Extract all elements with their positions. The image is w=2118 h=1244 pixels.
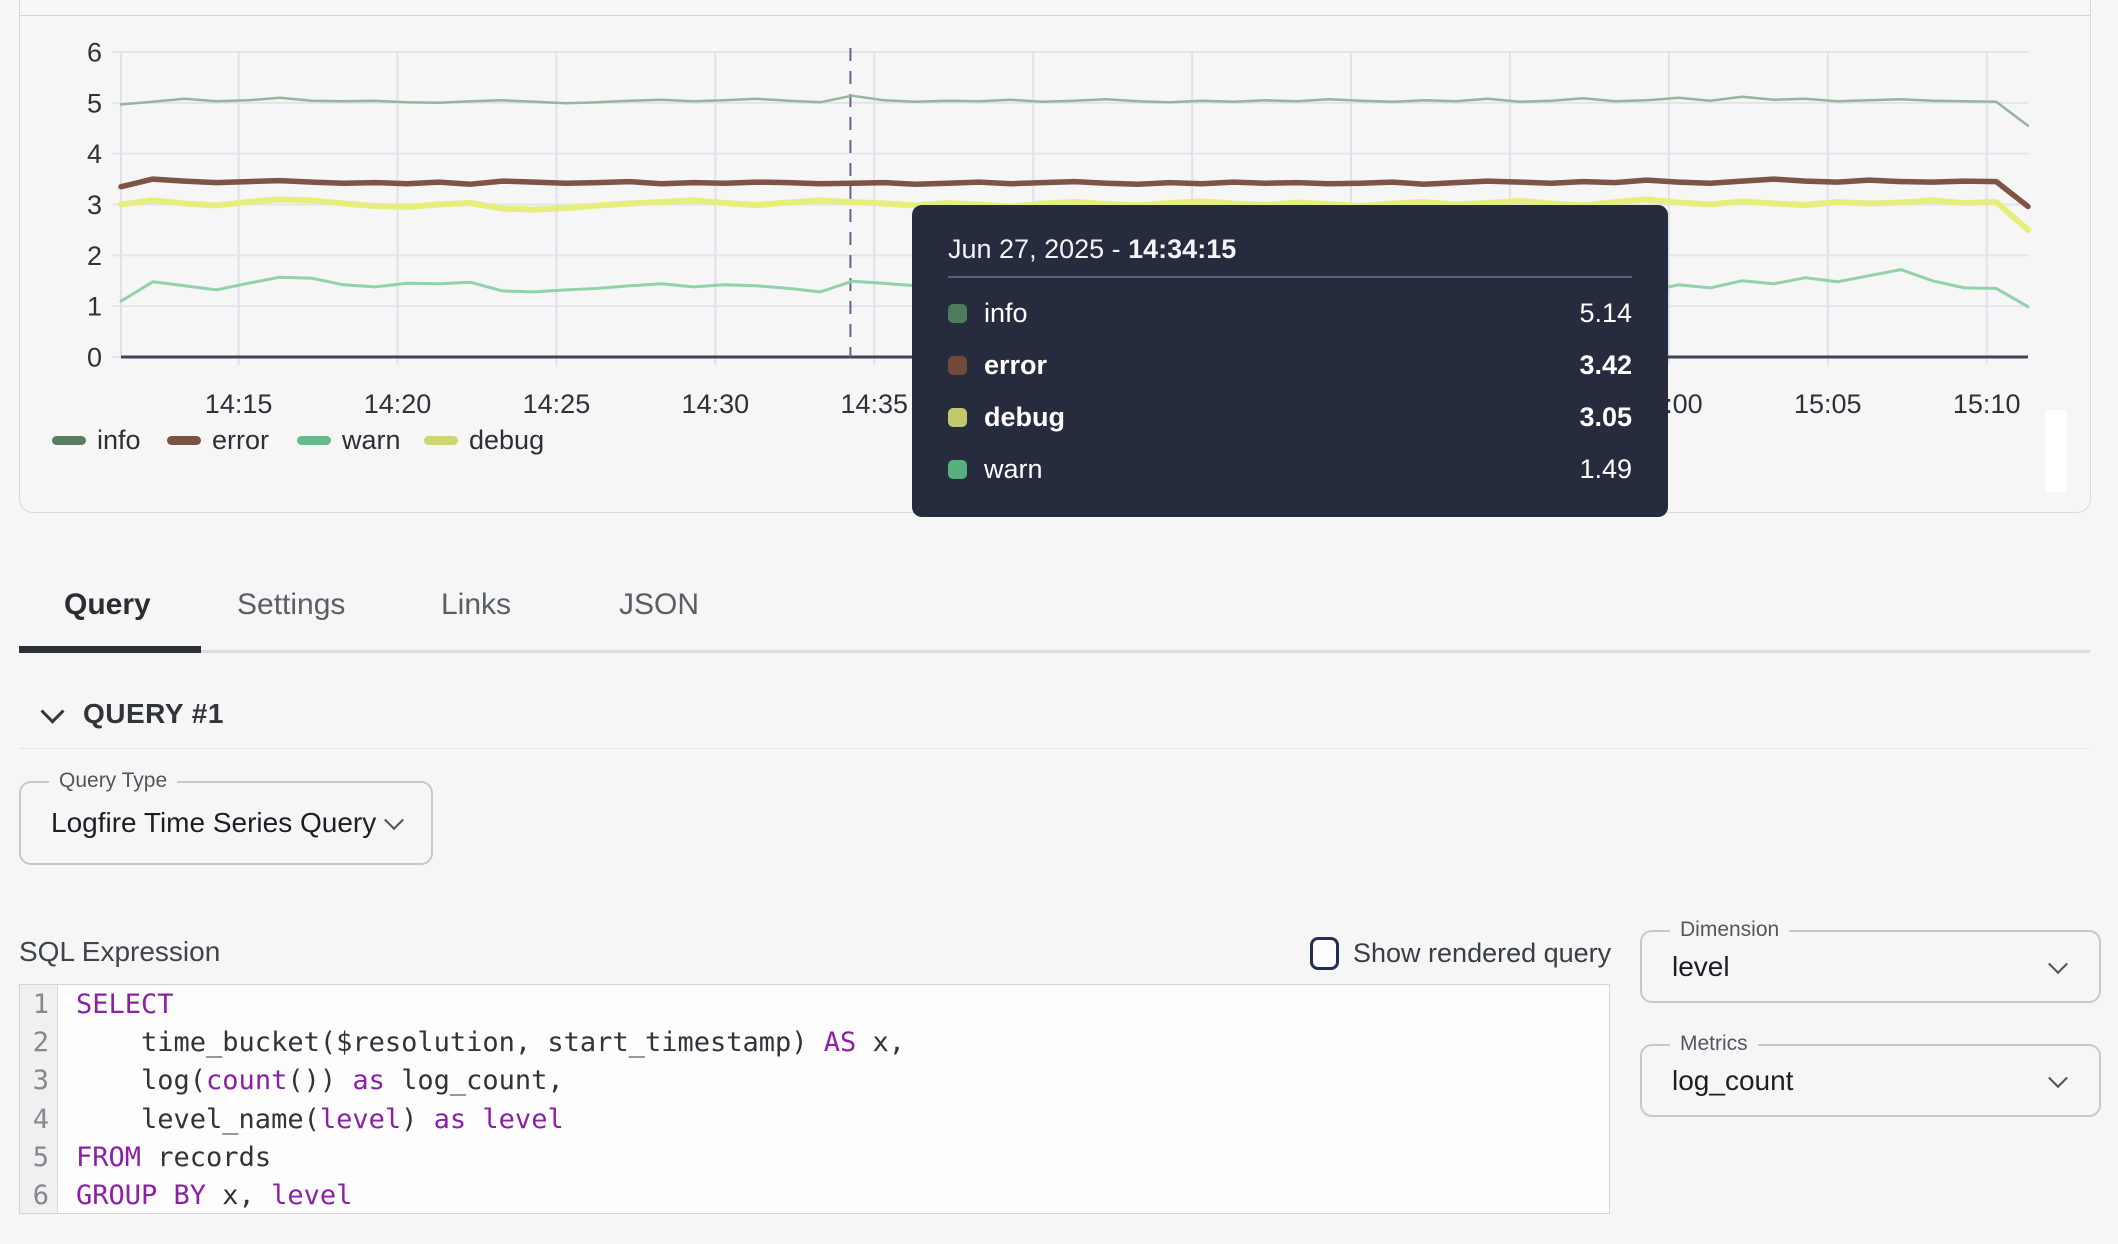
- legend-label: error: [212, 425, 269, 456]
- query-section-header[interactable]: QUERY #1: [44, 697, 224, 731]
- show-rendered-query-control: Show rendered query: [1310, 934, 1611, 972]
- dimension-select[interactable]: Dimension level: [1640, 930, 2101, 1003]
- legend-swatch-info: [52, 436, 86, 445]
- code-line: GROUP BY x, level: [76, 1177, 905, 1214]
- x-axis-label: 15:10: [1953, 389, 2021, 419]
- chart-scrollbar-thumb[interactable]: [2045, 410, 2067, 492]
- tooltip-swatch-debug: [948, 408, 967, 427]
- line-number: 5: [20, 1139, 49, 1177]
- y-axis-label: 0: [87, 343, 102, 373]
- tooltip-timestamp: Jun 27, 2025 - 14:34:15: [948, 231, 1632, 267]
- tooltip-series-label: error: [984, 350, 1047, 381]
- y-axis-label: 1: [87, 292, 102, 322]
- code-line: log(count()) as log_count,: [76, 1062, 905, 1100]
- code-line: SELECT: [76, 986, 905, 1024]
- sql-code: SELECT time_bucket($resolution, start_ti…: [58, 985, 905, 1213]
- tooltip-series-value: 5.14: [1579, 298, 1632, 329]
- line-number-gutter: 123456: [20, 985, 58, 1213]
- x-axis-label: 14:35: [840, 389, 908, 419]
- chevron-down-icon: [40, 699, 64, 723]
- metrics-select[interactable]: Metrics log_count: [1640, 1044, 2101, 1117]
- tooltip-divider: [948, 276, 1632, 278]
- code-line: FROM records: [76, 1139, 905, 1177]
- sql-expression-label: SQL Expression: [19, 936, 220, 968]
- line-number: 4: [20, 1101, 49, 1139]
- line-number: 6: [20, 1177, 49, 1214]
- legend-item-debug[interactable]: debug: [424, 424, 544, 456]
- tooltip-swatch-error: [948, 356, 967, 375]
- legend-label: debug: [469, 425, 544, 456]
- series-line-info: [121, 96, 2028, 126]
- tab-links[interactable]: Links: [441, 588, 511, 622]
- tooltip-swatch-warn: [948, 460, 967, 479]
- tab-bar: Query Settings Links JSON: [19, 570, 2090, 653]
- y-axis-label: 6: [87, 38, 102, 68]
- query-type-value: Logfire Time Series Query: [51, 807, 376, 839]
- tab-settings[interactable]: Settings: [237, 588, 345, 622]
- tooltip-series-label: debug: [984, 402, 1065, 433]
- tooltip-row-warn: warn 1.49: [948, 443, 1632, 495]
- show-rendered-query-label[interactable]: Show rendered query: [1353, 938, 1611, 969]
- legend-label: warn: [342, 425, 401, 456]
- x-axis-label: 14:25: [523, 389, 591, 419]
- tooltip-row-error: error 3.42: [948, 339, 1632, 391]
- legend-item-warn[interactable]: warn: [297, 424, 401, 456]
- x-axis-label: 14:15: [205, 389, 273, 419]
- dimension-label: Dimension: [1670, 918, 1789, 942]
- tooltip-series-value: 1.49: [1579, 454, 1632, 485]
- line-number: 3: [20, 1062, 49, 1100]
- dimension-value: level: [1672, 951, 1730, 983]
- tooltip-series-label: info: [984, 298, 1028, 329]
- tooltip-series-label: warn: [984, 454, 1043, 485]
- x-axis-label: 14:20: [364, 389, 432, 419]
- metrics-value: log_count: [1672, 1065, 1793, 1097]
- code-line: time_bucket($resolution, start_timestamp…: [76, 1024, 905, 1062]
- legend-swatch-error: [167, 436, 201, 445]
- tooltip-swatch-info: [948, 304, 967, 323]
- query-type-label: Query Type: [49, 769, 177, 793]
- chevron-down-icon: [2048, 1068, 2068, 1088]
- tab-json[interactable]: JSON: [619, 588, 699, 622]
- query-section-title: QUERY #1: [83, 698, 224, 730]
- tooltip-series-value: 3.05: [1579, 402, 1632, 433]
- section-divider: [19, 748, 2090, 749]
- metrics-label: Metrics: [1670, 1032, 1758, 1056]
- legend-swatch-warn: [297, 436, 331, 445]
- y-axis-label: 2: [87, 241, 102, 271]
- chevron-down-icon: [2048, 954, 2068, 974]
- code-line: level_name(level) as level: [76, 1101, 905, 1139]
- tooltip-row-info: info 5.14: [948, 287, 1632, 339]
- active-tab-indicator: [19, 646, 201, 653]
- chevron-down-icon: [384, 810, 404, 830]
- y-axis-label: 3: [87, 190, 102, 220]
- tab-query[interactable]: Query: [64, 588, 151, 622]
- legend-item-error[interactable]: error: [167, 424, 269, 456]
- line-number: 2: [20, 1024, 49, 1062]
- x-axis-label: 15:05: [1794, 389, 1862, 419]
- y-axis-label: 5: [87, 88, 102, 118]
- sql-code-editor[interactable]: 123456 SELECT time_bucket($resolution, s…: [19, 984, 1610, 1214]
- legend-swatch-debug: [424, 436, 458, 445]
- x-axis-label: 14:30: [682, 389, 750, 419]
- line-number: 1: [20, 986, 49, 1024]
- query-type-select[interactable]: Query Type Logfire Time Series Query: [19, 781, 433, 865]
- chart-tooltip: Jun 27, 2025 - 14:34:15 info 5.14 error 3.4…: [912, 205, 1668, 517]
- tooltip-series-value: 3.42: [1579, 350, 1632, 381]
- tooltip-row-debug: debug 3.05: [948, 391, 1632, 443]
- legend-item-info[interactable]: info: [52, 424, 141, 456]
- legend-label: info: [97, 425, 141, 456]
- y-axis-label: 4: [87, 139, 102, 169]
- show-rendered-query-checkbox[interactable]: [1310, 937, 1339, 970]
